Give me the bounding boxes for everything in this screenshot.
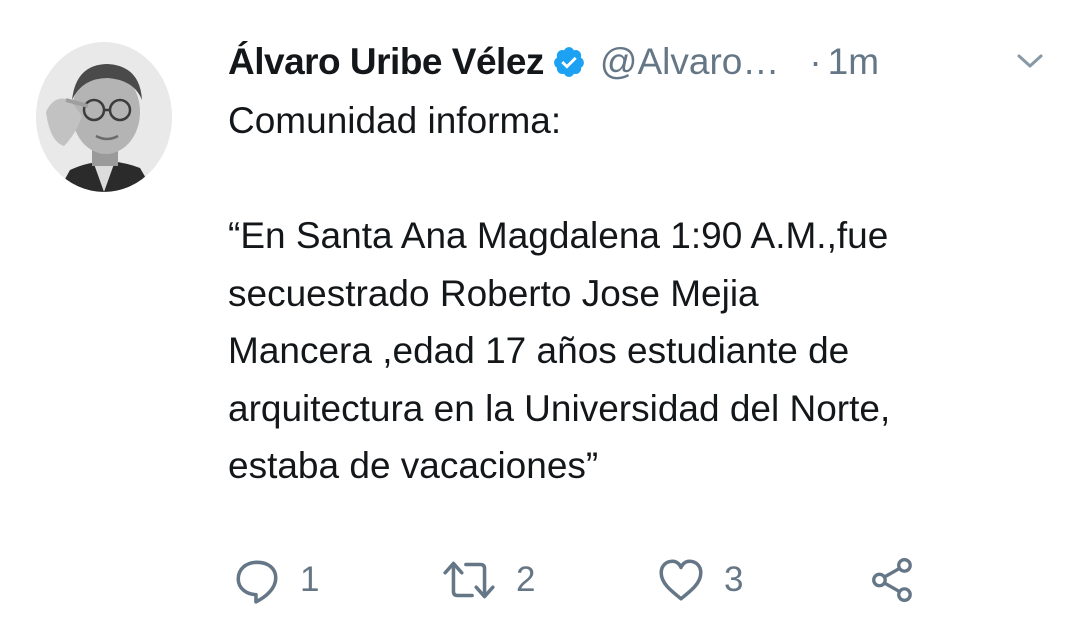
retweet-count: 2 xyxy=(516,560,536,599)
heart-icon xyxy=(656,555,706,605)
action-bar: 1 2 3 xyxy=(228,552,1028,608)
like-button[interactable]: 3 xyxy=(656,552,743,608)
verified-badge-icon xyxy=(552,45,586,79)
timestamp[interactable]: 1m xyxy=(828,41,879,83)
share-icon xyxy=(868,555,918,605)
retweet-icon xyxy=(440,555,498,605)
reply-button[interactable]: 1 xyxy=(232,552,319,608)
share-button[interactable] xyxy=(868,552,918,608)
chevron-down-icon[interactable] xyxy=(1013,46,1047,76)
reply-icon xyxy=(232,555,282,605)
tweet[interactable]: Álvaro Uribe Vélez @Alvaro… · 1m Comunid… xyxy=(0,0,1080,625)
avatar-photo xyxy=(36,42,172,192)
handle[interactable]: @Alvaro… xyxy=(600,41,779,83)
display-name[interactable]: Álvaro Uribe Vélez xyxy=(228,41,544,83)
tweet-header: Álvaro Uribe Vélez @Alvaro… · 1m xyxy=(228,36,1058,88)
tweet-text: Comunidad informa: “En Santa Ana Magdale… xyxy=(228,100,891,486)
reply-count: 1 xyxy=(300,560,320,599)
like-count: 3 xyxy=(724,560,744,599)
avatar[interactable] xyxy=(36,42,172,192)
retweet-button[interactable]: 2 xyxy=(440,552,535,608)
separator-dot: · xyxy=(809,41,822,82)
